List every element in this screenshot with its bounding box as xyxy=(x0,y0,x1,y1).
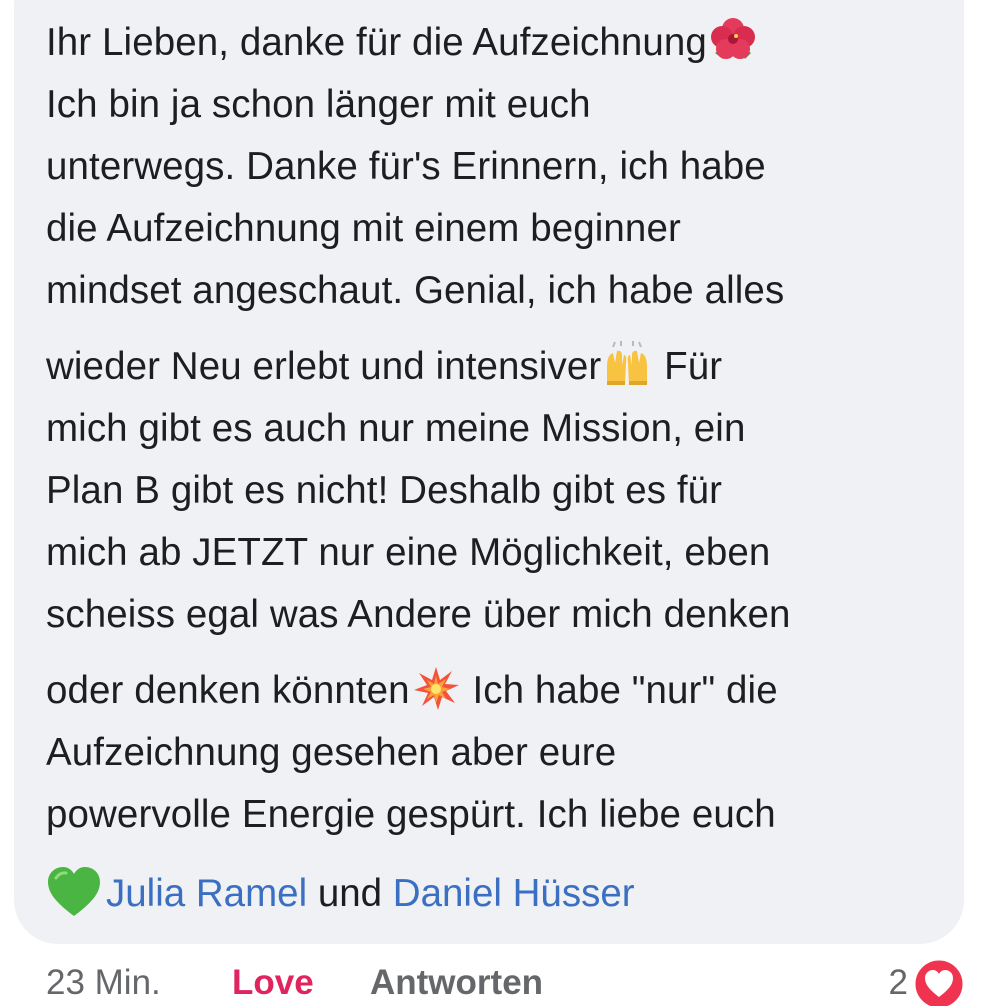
comment-line: unterwegs. Danke für's Erinnern, ich hab… xyxy=(46,145,766,188)
mention-daniel-huesser[interactable]: Daniel Hüsser xyxy=(393,872,635,915)
mentions-line: Julia Ramel und Daniel Hüsser xyxy=(46,864,635,924)
comment-actions: 23 Min. Love Antworten 2 xyxy=(46,957,976,1006)
comment-line: Plan B gibt es nicht! Deshalb gibt es fü… xyxy=(46,469,723,512)
mention-joiner: und xyxy=(307,872,393,915)
comment-line: die Aufzeichnung mit einem beginner xyxy=(46,207,681,250)
mention-julia-ramel[interactable]: Julia Ramel xyxy=(106,872,307,915)
hibiscus-icon xyxy=(710,18,755,59)
green-heart-icon xyxy=(48,867,100,916)
comment-line: mich ab JETZT nur eine Möglichkeit, eben xyxy=(46,531,771,574)
comment-line: Ihr Lieben, danke für die Aufzeichnung xyxy=(46,12,946,74)
comment-line: mich gibt es auch nur meine Mission, ein xyxy=(46,407,746,450)
comment-line: powervolle Energie gespürt. Ich liebe eu… xyxy=(46,793,776,836)
comment-body: Ihr Lieben, danke für die Aufzeichnung I… xyxy=(46,12,946,846)
comment-line: scheiss egal was Andere über mich denken xyxy=(46,593,791,636)
comment-line: mindset angeschaut. Genial, ich habe all… xyxy=(46,269,785,312)
reply-button[interactable]: Antworten xyxy=(370,958,543,1006)
collision-icon xyxy=(413,667,459,710)
comment-line: Ich bin ja schon länger mit euch xyxy=(46,83,591,126)
comment-view: Ihr Lieben, danke für die Aufzeichnung I… xyxy=(0,0,1004,1006)
comment-timestamp: 23 Min. xyxy=(46,963,161,1002)
comment-line: Aufzeichnung gesehen aber eure xyxy=(46,731,617,774)
love-reaction-button[interactable]: Love xyxy=(232,958,314,1006)
comment-line: oder denken könnten Ich habe "nur" die xyxy=(46,660,946,722)
comment-line: wieder Neu erlebt und intensiver Für xyxy=(46,336,946,398)
raising-hands-icon xyxy=(607,341,648,385)
reaction-count[interactable]: 2 xyxy=(889,958,908,1006)
love-reaction-icon[interactable] xyxy=(912,957,966,1006)
